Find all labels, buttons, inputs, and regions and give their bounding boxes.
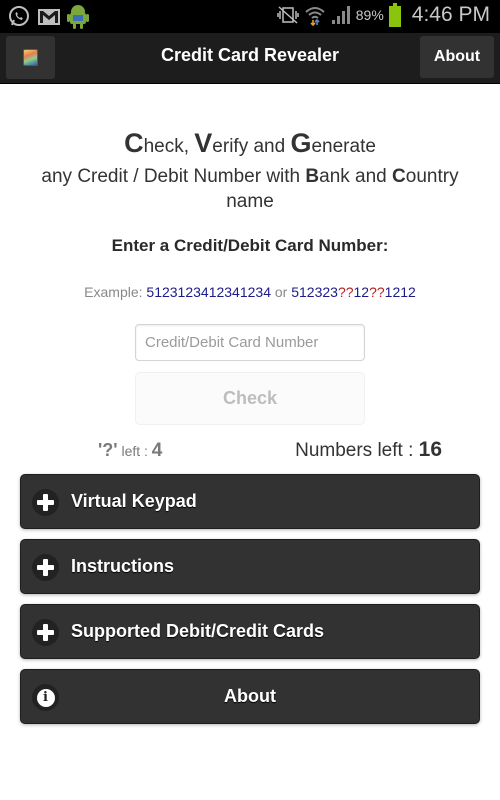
- numbers-left-value: 16: [418, 438, 442, 461]
- whatsapp-icon: [9, 6, 29, 26]
- android-icon: [67, 5, 89, 29]
- example-text: Example: 5123123412341234 or 512323??12?…: [84, 284, 416, 300]
- section-supported-cards[interactable]: Supported Debit/Credit Cards: [20, 604, 480, 659]
- example-number-1: 5123123412341234: [146, 284, 271, 300]
- plus-icon: [37, 624, 54, 641]
- plus-icon: [37, 494, 54, 511]
- gmail-icon: [38, 9, 60, 25]
- signal-icon: [331, 6, 350, 24]
- vibrate-mute-icon: [277, 6, 299, 24]
- about-action-button[interactable]: About: [420, 36, 494, 78]
- headline: Check, Verify and Generate: [124, 128, 376, 158]
- numbers-left: Numbers left : 16: [295, 438, 442, 461]
- status-bar: 89% 4:46 PM: [0, 0, 500, 33]
- action-bar: Credit Card Revealer About: [0, 33, 500, 84]
- subheadline: any Credit / Debit Number with Bank and …: [41, 166, 459, 212]
- enter-card-label: Enter a Credit/Debit Card Number:: [111, 236, 389, 255]
- wifi-icon: [305, 7, 325, 26]
- clock: 4:46 PM: [411, 3, 490, 26]
- about-button[interactable]: i About: [20, 669, 480, 724]
- counters: '?' left : 4 Numbers left : 16: [0, 438, 500, 466]
- wildcards-left-value: 4: [151, 440, 163, 461]
- card-number-input[interactable]: [135, 324, 365, 361]
- check-button[interactable]: Check: [135, 372, 365, 425]
- section-instructions[interactable]: Instructions: [20, 539, 480, 594]
- battery-percent: 89%: [355, 7, 384, 23]
- plus-icon: [37, 559, 54, 576]
- battery-icon: [388, 3, 401, 27]
- wildcards-left: '?' left : 4: [98, 440, 163, 461]
- section-virtual-keypad[interactable]: Virtual Keypad: [20, 474, 480, 529]
